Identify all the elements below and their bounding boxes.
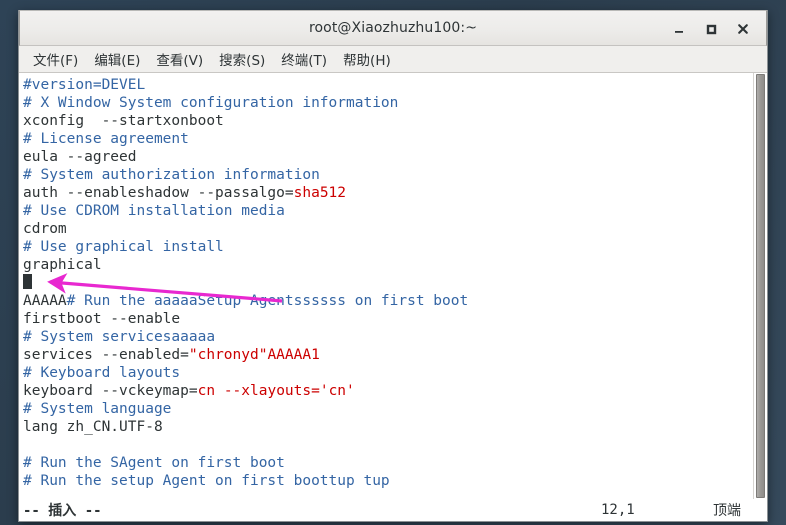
menu-bar: 文件(F) 编辑(E) 查看(V) 搜索(S) 终端(T) 帮助(H): [19, 46, 767, 73]
desktop: root@Xiaozhuzhu100:~ 文件(F) 编辑(E) 查看(V) 搜…: [0, 0, 786, 525]
scrollbar-thumb[interactable]: [756, 74, 765, 498]
terminal-line: # Run the setup Agent on first boottup t…: [23, 472, 753, 490]
terminal-text-segment: cdrom: [23, 221, 67, 237]
terminal-text-segment: #version=DEVEL: [23, 77, 146, 93]
terminal-scrollbar[interactable]: [753, 73, 767, 499]
terminal-text-segment: # Run the aaaaaSetup Agentssssss on firs…: [66, 293, 469, 309]
terminal-text-segment: # System authorization information: [23, 167, 320, 183]
terminal-line: AAAAA# Run the aaaaaSetup Agentssssss on…: [23, 292, 753, 310]
terminal-line: firstboot --enable: [23, 310, 753, 328]
terminal-text-segment: lang zh_CN.UTF-8: [23, 419, 163, 435]
terminal-text-segment: firstboot --enable: [23, 311, 181, 327]
terminal-text-segment: services --enabled=: [23, 347, 189, 363]
menu-item-edit[interactable]: 编辑(E): [86, 47, 148, 71]
terminal-line: services --enabled="chronyd"AAAAA1: [23, 346, 753, 364]
terminal-text-segment: xconfig --startxonboot: [23, 113, 224, 129]
terminal-line: # Use CDROM installation media: [23, 202, 753, 220]
terminal-text-segment: # Use graphical install: [23, 239, 224, 255]
terminal-line: [23, 274, 753, 292]
terminal-text-segment: # System language: [23, 401, 172, 417]
terminal-line: # System servicesaaaaa: [23, 328, 753, 346]
terminal-text-segment: cn: [197, 383, 216, 399]
title-bar[interactable]: root@Xiaozhuzhu100:~: [19, 10, 767, 46]
terminal-text-segment: # Use CDROM installation media: [23, 203, 285, 219]
terminal-output[interactable]: #version=DEVEL # X Window System configur…: [19, 73, 753, 499]
terminal-line: # X Window System configuration informat…: [23, 94, 753, 112]
vim-status-line: -- 插入 -- 12,1 顶端: [19, 499, 767, 521]
scroll-location: 顶端: [713, 503, 741, 519]
minimize-icon: [675, 31, 683, 33]
window-controls: [664, 11, 758, 47]
menu-item-search[interactable]: 搜索(S): [211, 47, 273, 71]
terminal-line: cdrom: [23, 220, 753, 238]
terminal-line: # Run the SAgent on first boot: [23, 454, 753, 472]
terminal-text-segment: --xlayouts='cn': [223, 383, 355, 399]
terminal-line: # System language: [23, 400, 753, 418]
terminal-line: graphical: [23, 256, 753, 274]
menu-item-terminal[interactable]: 终端(T): [273, 47, 335, 71]
terminal-text-segment: keyboard --vckeymap=: [23, 383, 198, 399]
terminal-line: # System authorization information: [23, 166, 753, 184]
terminal-text-segment: "chronyd"AAAAA1: [188, 347, 320, 363]
terminal-line: xconfig --startxonboot: [23, 112, 753, 130]
window-title: root@Xiaozhuzhu100:~: [308, 20, 478, 36]
terminal-text-segment: graphical: [23, 257, 102, 273]
minimize-button[interactable]: [664, 15, 694, 43]
close-button[interactable]: [728, 15, 758, 43]
terminal-text-segment: # Run the SAgent on first boot: [23, 455, 285, 471]
terminal-text-segment: # X Window System configuration informat…: [23, 95, 399, 111]
terminal-line: #version=DEVEL: [23, 76, 753, 94]
menu-item-view[interactable]: 查看(V): [148, 47, 211, 71]
terminal-text-segment: # Keyboard layouts: [23, 365, 181, 381]
text-cursor: [23, 274, 32, 289]
terminal-line: # Use graphical install: [23, 238, 753, 256]
terminal-line: eula --agreed: [23, 148, 753, 166]
terminal-text-segment: # System servicesaaaaa: [23, 329, 216, 345]
terminal-window: root@Xiaozhuzhu100:~ 文件(F) 编辑(E) 查看(V) 搜…: [18, 10, 768, 522]
terminal-line: # Keyboard layouts: [23, 364, 753, 382]
terminal-text-segment: auth --enableshadow --passalgo=: [23, 185, 294, 201]
terminal-line: keyboard --vckeymap=cn --xlayouts='cn': [23, 382, 753, 400]
menu-item-file[interactable]: 文件(F): [25, 47, 86, 71]
terminal-text-segment: sha512: [293, 185, 347, 201]
terminal-line: auth --enableshadow --passalgo=sha512: [23, 184, 753, 202]
maximize-button[interactable]: [696, 15, 726, 43]
vim-mode-indicator: -- 插入 --: [23, 503, 102, 519]
close-icon: [738, 24, 748, 34]
terminal-text-segment: # License agreement: [23, 131, 189, 147]
maximize-icon: [706, 24, 717, 35]
cursor-position: 12,1: [601, 502, 635, 518]
menu-item-help[interactable]: 帮助(H): [335, 47, 399, 71]
terminal-text-segment: # Run the setup Agent on first boottup t…: [23, 473, 390, 489]
terminal-text-segment: eula --agreed: [23, 149, 137, 165]
terminal-line: lang zh_CN.UTF-8: [23, 418, 753, 436]
terminal-body[interactable]: #version=DEVEL # X Window System configur…: [19, 73, 767, 499]
terminal-line: # License agreement: [23, 130, 753, 148]
terminal-text-segment: AAAAA: [23, 293, 67, 309]
